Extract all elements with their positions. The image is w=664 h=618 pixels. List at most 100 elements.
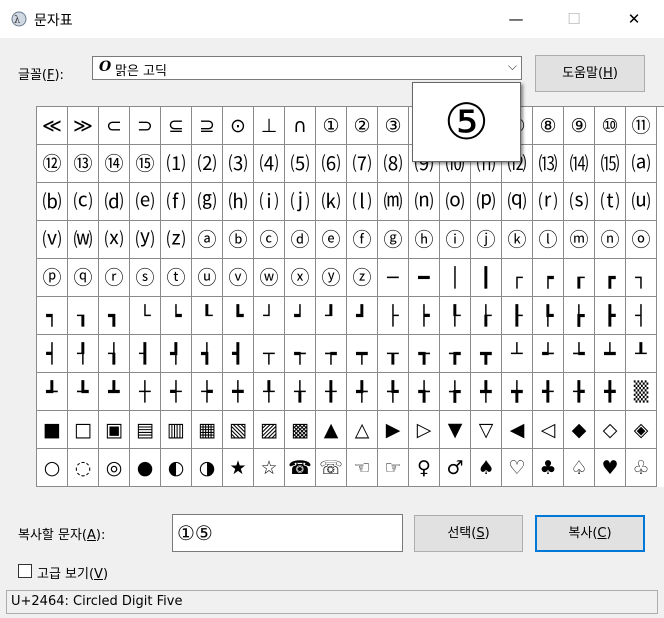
char-cell[interactable]: ■ (37, 411, 68, 449)
char-cell[interactable]: ┶ (564, 335, 595, 373)
char-cell[interactable]: ◐ (161, 449, 192, 487)
char-cell[interactable]: ⒳ (99, 221, 130, 259)
char-cell[interactable]: ⓣ (161, 259, 192, 297)
char-cell[interactable]: ▦ (192, 411, 223, 449)
char-cell[interactable]: ◆ (564, 411, 595, 449)
char-cell[interactable]: ⒂ (595, 145, 626, 183)
char-cell[interactable]: ┽ (161, 373, 192, 411)
char-cell[interactable]: ⒭ (533, 183, 564, 221)
char-cell[interactable]: ⒡ (161, 183, 192, 221)
char-cell[interactable]: ⓓ (285, 221, 316, 259)
font-dropdown[interactable]: O 맑은 고딕 ⌵ (92, 56, 522, 80)
char-cell[interactable]: ⑻ (378, 145, 409, 183)
char-cell[interactable]: ◌ (68, 449, 99, 487)
char-cell[interactable]: ⑩ (595, 107, 626, 145)
char-cell[interactable]: ♤ (564, 449, 595, 487)
char-cell[interactable]: ┐ (626, 259, 657, 297)
char-cell[interactable]: ⓐ (192, 221, 223, 259)
char-cell[interactable]: ♥ (595, 449, 626, 487)
char-cell[interactable]: ╋ (595, 373, 626, 411)
char-cell[interactable]: ┓ (99, 297, 130, 335)
char-cell[interactable]: ⊃ (130, 107, 161, 145)
char-cell[interactable]: ┾ (192, 373, 223, 411)
char-cell[interactable]: ① (316, 107, 347, 145)
copy-button[interactable]: 복사(C) (535, 515, 645, 552)
char-cell[interactable]: ┯ (347, 335, 378, 373)
char-cell[interactable]: ♀ (409, 449, 440, 487)
char-cell[interactable]: ⓨ (316, 259, 347, 297)
char-cell[interactable]: ⓠ (68, 259, 99, 297)
char-cell[interactable]: ⑧ (533, 107, 564, 145)
char-cell[interactable]: ┤ (626, 297, 657, 335)
char-cell[interactable]: ⑴ (161, 145, 192, 183)
char-cell[interactable]: ⒟ (99, 183, 130, 221)
char-cell[interactable]: ◁ (533, 411, 564, 449)
char-cell[interactable]: └ (130, 297, 161, 335)
char-cell[interactable]: ♡ (502, 449, 533, 487)
char-cell[interactable]: ┱ (409, 335, 440, 373)
char-cell[interactable]: ┙ (285, 297, 316, 335)
char-cell[interactable]: ▽ (471, 411, 502, 449)
char-cell[interactable]: ┮ (316, 335, 347, 373)
maximize-button[interactable]: ☐ (544, 0, 604, 38)
char-cell[interactable]: ┻ (99, 373, 130, 411)
char-cell[interactable]: ⒥ (285, 183, 316, 221)
char-cell[interactable]: ┠ (502, 297, 533, 335)
char-cell[interactable]: ┕ (161, 297, 192, 335)
char-cell[interactable]: ┏ (595, 259, 626, 297)
char-cell[interactable]: ⒜ (626, 145, 657, 183)
char-cell[interactable]: ╈ (502, 373, 533, 411)
char-cell[interactable]: ⒱ (37, 221, 68, 259)
char-cell[interactable]: ┒ (68, 297, 99, 335)
char-cell[interactable]: ⓒ (254, 221, 285, 259)
char-cell[interactable]: ⓜ (564, 221, 595, 259)
char-cell[interactable]: ⒴ (130, 221, 161, 259)
char-cell[interactable]: ⓧ (285, 259, 316, 297)
char-cell[interactable]: ⓖ (378, 221, 409, 259)
char-cell[interactable]: ┴ (502, 335, 533, 373)
char-cell[interactable]: ⑪ (626, 107, 657, 145)
char-cell[interactable]: ☆ (254, 449, 285, 487)
minimize-button[interactable]: — (486, 0, 546, 38)
char-cell[interactable]: ┖ (192, 297, 223, 335)
char-cell[interactable]: ▲ (316, 411, 347, 449)
char-cell[interactable]: ♂ (440, 449, 471, 487)
char-cell[interactable]: ◀ (502, 411, 533, 449)
char-cell[interactable]: ▷ (409, 411, 440, 449)
char-cell[interactable]: ⒪ (440, 183, 471, 221)
chevron-down-icon[interactable]: ⌵ (508, 59, 517, 74)
char-cell[interactable]: ┰ (378, 335, 409, 373)
char-cell[interactable]: ┢ (564, 297, 595, 335)
char-cell[interactable]: ╃ (347, 373, 378, 411)
char-cell[interactable]: ⑺ (347, 145, 378, 183)
char-cell[interactable]: ⑮ (130, 145, 161, 183)
char-cell[interactable]: ⓛ (533, 221, 564, 259)
char-cell[interactable]: ┎ (564, 259, 595, 297)
char-cell[interactable]: ☎ (285, 449, 316, 487)
char-cell[interactable]: ┺ (68, 373, 99, 411)
char-cell[interactable]: ◇ (595, 411, 626, 449)
advanced-view-label[interactable]: 고급 보기(V) (37, 563, 108, 582)
char-cell[interactable]: ● (130, 449, 161, 487)
char-cell[interactable]: ⓕ (347, 221, 378, 259)
char-cell[interactable]: ┷ (595, 335, 626, 373)
char-cell[interactable]: ⑵ (192, 145, 223, 183)
close-button[interactable]: ✕ (604, 0, 664, 38)
char-cell[interactable]: ⒞ (68, 183, 99, 221)
char-cell[interactable]: ⊥ (254, 107, 285, 145)
char-cell[interactable]: ③ (378, 107, 409, 145)
char-cell[interactable]: ─ (378, 259, 409, 297)
characters-to-copy-input[interactable]: ①⑤ (172, 514, 403, 552)
char-cell[interactable]: ┩ (161, 335, 192, 373)
char-cell[interactable]: ▨ (254, 411, 285, 449)
char-cell[interactable]: ▶ (378, 411, 409, 449)
char-cell[interactable]: ┟ (471, 297, 502, 335)
char-cell[interactable]: ⓘ (440, 221, 471, 259)
char-cell[interactable]: ┪ (192, 335, 223, 373)
char-cell[interactable]: ∩ (285, 107, 316, 145)
char-cell[interactable]: □ (68, 411, 99, 449)
char-cell[interactable]: ┭ (285, 335, 316, 373)
char-cell[interactable]: ⒠ (130, 183, 161, 221)
char-cell[interactable]: ☏ (316, 449, 347, 487)
char-cell[interactable]: ≪ (37, 107, 68, 145)
